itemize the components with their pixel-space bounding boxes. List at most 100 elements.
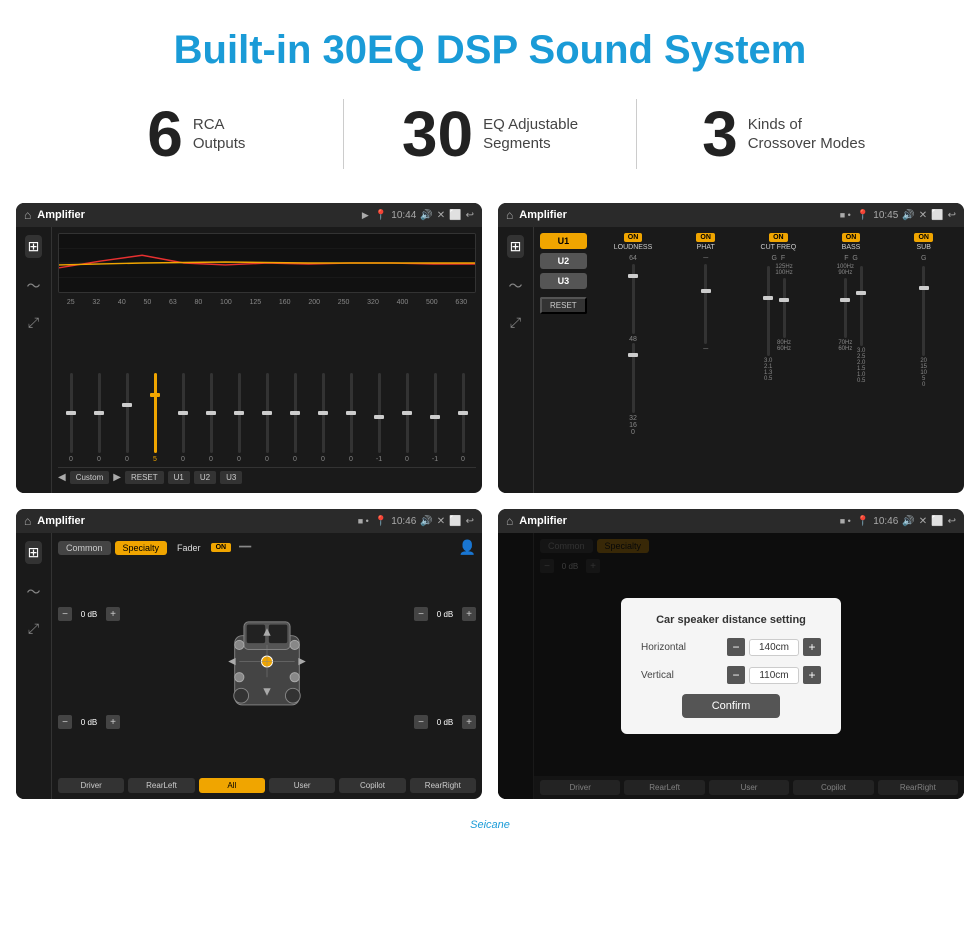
eq-icon[interactable]: ⊞ xyxy=(25,235,43,258)
db-plus-br[interactable]: + xyxy=(462,715,476,729)
screen1-main: 2532 4050 6380 100125 160200 250320 4005… xyxy=(52,227,482,493)
fader-on[interactable]: ON xyxy=(211,543,232,552)
stat-crossover-number: 3 xyxy=(702,102,738,166)
driver-btn[interactable]: Driver xyxy=(58,778,124,793)
x-icon-3: ✕ xyxy=(437,516,445,527)
screen2-content: ⊞ 〜 ⤢ U1 U2 U3 RESET ON LO xyxy=(498,227,964,493)
u2-btn[interactable]: U2 xyxy=(194,471,216,484)
preset-u3[interactable]: U3 xyxy=(540,273,587,289)
wave-icon[interactable]: 〜 xyxy=(27,276,41,296)
loudness-on[interactable]: ON xyxy=(624,233,643,242)
custom-btn[interactable]: Custom xyxy=(70,471,110,484)
vertical-minus[interactable]: − xyxy=(727,666,745,684)
copilot-btn[interactable]: Copilot xyxy=(339,778,405,793)
eq-slider-11[interactable]: -1 xyxy=(366,373,392,463)
eq-slider-9[interactable]: 0 xyxy=(310,373,336,463)
sub-on[interactable]: ON xyxy=(914,233,933,242)
speaker-body: − 0 dB + − 0 dB + xyxy=(58,562,476,774)
screen3-main: Common Specialty Fader ON ━━ 👤 − 0 dB + xyxy=(52,533,482,799)
prev-arrow[interactable]: ◀ xyxy=(58,472,66,483)
eq-slider-10[interactable]: 0 xyxy=(338,373,364,463)
back-icon-4: ↩ xyxy=(948,516,956,527)
location-icon-4: 📍 xyxy=(857,516,869,527)
preset-u2[interactable]: U2 xyxy=(540,253,587,269)
horizontal-input-group: − 140cm + xyxy=(727,638,821,656)
next-arrow[interactable]: ▶ xyxy=(113,472,121,483)
stat-eq-number: 30 xyxy=(402,102,473,166)
db-minus-tr[interactable]: − xyxy=(414,607,428,621)
eq-slider-14[interactable]: 0 xyxy=(450,373,476,463)
eq-slider-13[interactable]: -1 xyxy=(422,373,448,463)
eq-slider-0[interactable]: 0 xyxy=(58,373,84,463)
cutfreq-on[interactable]: ON xyxy=(769,233,788,242)
eq-slider-4[interactable]: 0 xyxy=(170,373,196,463)
eq-slider-12[interactable]: 0 xyxy=(394,373,420,463)
reset-btn[interactable]: RESET xyxy=(125,471,164,484)
speaker-icon-4: 🔊 xyxy=(902,516,914,527)
play-icon: ▶ xyxy=(362,210,369,221)
screen1-sidebar: ⊞ 〜 ⤢ xyxy=(16,227,52,493)
dialog-title: Car speaker distance setting xyxy=(641,614,821,626)
expand-icon[interactable]: ⤢ xyxy=(28,314,39,331)
expand-icon-3[interactable]: ⤢ xyxy=(28,620,39,637)
db-val-tl: 0 dB xyxy=(75,610,103,619)
db-minus-bl[interactable]: − xyxy=(58,715,72,729)
driver-btn-4[interactable]: Driver xyxy=(540,780,620,795)
eq-slider-7[interactable]: 0 xyxy=(254,373,280,463)
vertical-value: 110cm xyxy=(749,667,799,684)
horizontal-label: Horizontal xyxy=(641,642,686,653)
db-plus-tl[interactable]: + xyxy=(106,607,120,621)
stats-row: 6 RCAOutputs 30 EQ AdjustableSegments 3 … xyxy=(0,89,980,193)
home-icon-3: ⌂ xyxy=(24,514,31,528)
horizontal-minus[interactable]: − xyxy=(727,638,745,656)
eq-slider-3[interactable]: 5 xyxy=(142,373,168,463)
watermark-text: Seicane xyxy=(470,819,510,831)
rear-right-btn[interactable]: RearRight xyxy=(410,778,476,793)
u1-btn[interactable]: U1 xyxy=(168,471,190,484)
eq-slider-8[interactable]: 0 xyxy=(282,373,308,463)
horizontal-plus[interactable]: + xyxy=(803,638,821,656)
db-plus-bl[interactable]: + xyxy=(106,715,120,729)
tab-specialty[interactable]: Specialty xyxy=(115,541,168,555)
bass-on[interactable]: ON xyxy=(842,233,861,242)
all-btn[interactable]: All xyxy=(199,778,265,793)
eq-slider-1[interactable]: 0 xyxy=(86,373,112,463)
fader-slider[interactable]: ━━ xyxy=(239,542,251,553)
vertical-row: Vertical − 110cm + xyxy=(641,666,821,684)
dialog-overlay: Car speaker distance setting Horizontal … xyxy=(498,533,964,799)
screen2-sidebar: ⊞ 〜 ⤢ xyxy=(498,227,534,493)
screen4-content: Common Specialty − 0 dB + xyxy=(498,533,964,799)
fader-label: Fader xyxy=(177,543,201,553)
db-minus-br[interactable]: − xyxy=(414,715,428,729)
expand-icon-2[interactable]: ⤢ xyxy=(510,314,521,331)
vertical-plus[interactable]: + xyxy=(803,666,821,684)
rearleft-btn-4[interactable]: RearLeft xyxy=(624,780,704,795)
user-btn-4[interactable]: User xyxy=(709,780,789,795)
wave-icon-2[interactable]: 〜 xyxy=(509,276,523,296)
eq-graph xyxy=(58,233,476,293)
horizontal-row: Horizontal − 140cm + xyxy=(641,638,821,656)
db-minus-tl[interactable]: − xyxy=(58,607,72,621)
u3-btn[interactable]: U3 xyxy=(220,471,242,484)
rear-left-btn[interactable]: RearLeft xyxy=(128,778,194,793)
eq-icon-2[interactable]: ⊞ xyxy=(507,235,525,258)
tab-common[interactable]: Common xyxy=(58,541,111,555)
phat-on[interactable]: ON xyxy=(696,233,715,242)
eq-slider-2[interactable]: 0 xyxy=(114,373,140,463)
screen2-header: ⌂ Amplifier ■ • 📍 10:45 🔊 ✕ ⬜ ↩ xyxy=(498,203,964,227)
eq-slider-5[interactable]: 0 xyxy=(198,373,224,463)
reset-btn-2[interactable]: RESET xyxy=(540,297,587,314)
copilot-btn-4[interactable]: Copilot xyxy=(793,780,873,795)
stat-divider-1 xyxy=(343,99,344,169)
db-plus-tr[interactable]: + xyxy=(462,607,476,621)
user-btn[interactable]: User xyxy=(269,778,335,793)
window-icon-3: ⬜ xyxy=(449,516,461,527)
db-val-bl: 0 dB xyxy=(75,718,103,727)
rearright-btn-4[interactable]: RearRight xyxy=(878,780,958,795)
eq-icon-3[interactable]: ⊞ xyxy=(25,541,43,564)
preset-u1[interactable]: U1 xyxy=(540,233,587,249)
loudness-control: ON LOUDNESS 64 48 32 16 0 xyxy=(599,233,668,487)
confirm-button[interactable]: Confirm xyxy=(682,694,781,718)
eq-slider-6[interactable]: 0 xyxy=(226,373,252,463)
wave-icon-3[interactable]: 〜 xyxy=(27,582,41,602)
